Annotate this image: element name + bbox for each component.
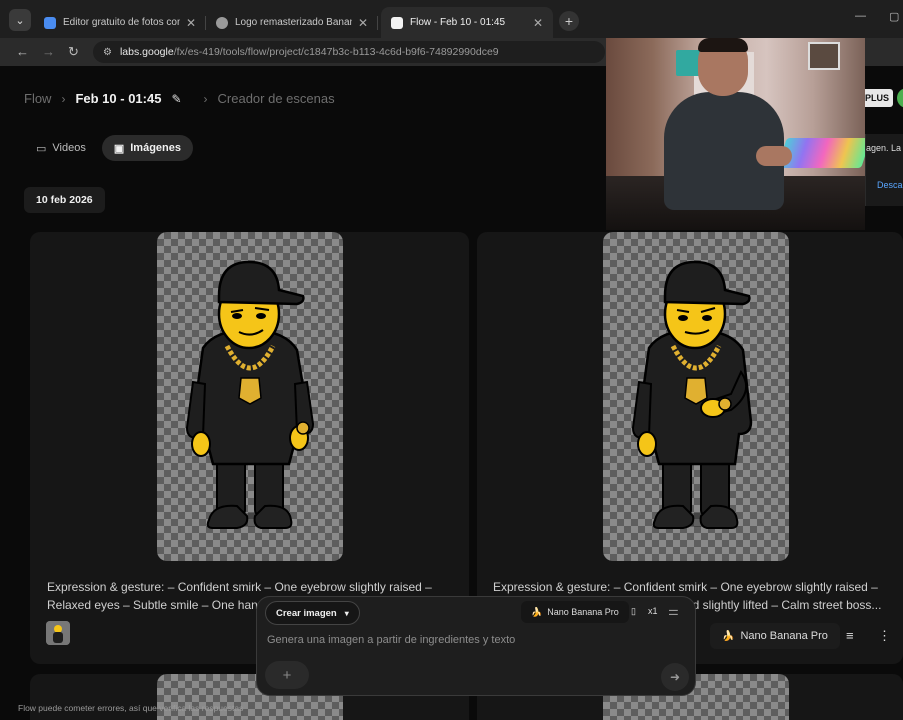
caption-line: Expression & gesture: – Confident smirk … xyxy=(47,580,432,594)
chevron-right-icon: › xyxy=(61,91,66,106)
filter-videos-label: Videos xyxy=(52,142,86,154)
breadcrumb-root[interactable]: Flow xyxy=(24,91,51,106)
add-ingredient-button[interactable]: + xyxy=(265,661,309,689)
media-filter: ▭ Videos ▣ Imágenes xyxy=(24,135,193,161)
flow-favicon-icon xyxy=(391,16,403,29)
tab-label: Editor gratuito de fotos con IA xyxy=(63,17,180,28)
webcam-person-hair xyxy=(698,38,748,52)
output-count[interactable]: x1 xyxy=(648,606,658,616)
generated-image[interactable] xyxy=(157,232,343,561)
site-info-icon[interactable]: ⚙ xyxy=(103,47,112,58)
image-icon: ▣ xyxy=(113,142,125,155)
chevron-down-icon: ▾ xyxy=(344,608,349,618)
editor-favicon-icon xyxy=(44,16,56,29)
forward-icon[interactable]: → xyxy=(42,44,55,59)
back-icon[interactable]: ← xyxy=(16,44,29,59)
composer-model-chip[interactable]: 🍌 Nano Banana Pro xyxy=(521,601,629,623)
generated-image[interactable] xyxy=(603,232,789,561)
filter-images-label: Imágenes xyxy=(130,142,181,154)
filter-images[interactable]: ▣ Imágenes xyxy=(101,135,193,161)
side-popover: agen. La Descar xyxy=(865,134,903,206)
close-icon[interactable]: ✕ xyxy=(358,16,368,30)
project-title: Feb 10 - 01:45 xyxy=(75,91,162,106)
adjust-icon[interactable]: ≡ xyxy=(846,628,854,643)
date-group-chip: 10 feb 2026 xyxy=(24,187,105,213)
screen: ⌄ Editor gratuito de fotos con IA ✕ Logo… xyxy=(0,0,903,720)
url-host: labs.google xyxy=(119,46,174,58)
aspect-ratio-icon[interactable]: ▯ xyxy=(631,606,636,617)
tab-label: Logo remasterizado Banana Pro xyxy=(235,17,352,28)
model-chip[interactable]: 🍌 Nano Banana Pro xyxy=(710,623,840,649)
disclaimer-text: Flow puede cometer errores, así que veri… xyxy=(18,703,244,713)
model-chip-label: Nano Banana Pro xyxy=(740,630,828,642)
banana-icon: 🍌 xyxy=(722,630,735,642)
logo-favicon-icon xyxy=(216,16,228,29)
tab-editor[interactable]: Editor gratuito de fotos con IA ✕ xyxy=(34,7,206,38)
prompt-input[interactable] xyxy=(267,634,687,646)
tab-logo[interactable]: Logo remasterizado Banana Pro ✕ xyxy=(206,7,378,38)
restore-icon[interactable]: ▢ xyxy=(889,10,899,23)
download-link[interactable]: Descar xyxy=(877,180,903,190)
url-field[interactable]: ⚙ labs.google/fx/es-419/tools/flow/proje… xyxy=(93,41,605,63)
composer-model-label: Nano Banana Pro xyxy=(547,607,619,617)
reference-thumbnail-icon xyxy=(46,621,70,645)
banana-icon: 🍌 xyxy=(531,606,543,617)
close-icon[interactable]: ✕ xyxy=(533,16,543,30)
chevron-right-icon: › xyxy=(203,91,208,106)
tab-strip: ⌄ Editor gratuito de fotos con IA ✕ Logo… xyxy=(0,0,903,38)
plan-badge: PLUS xyxy=(861,89,894,107)
tab-label: Flow - Feb 10 - 01:45 xyxy=(410,17,506,28)
mode-label: Crear imagen xyxy=(276,607,337,619)
tab-search-button[interactable]: ⌄ xyxy=(9,9,31,31)
webcam-person-hand xyxy=(756,146,792,166)
prompt-composer: Crear imagen ▾ 🍌 Nano Banana Pro ▯ x1 ⚌ … xyxy=(256,596,696,696)
mode-selector[interactable]: Crear imagen ▾ xyxy=(265,601,360,625)
character-illustration xyxy=(185,260,315,529)
popover-text: agen. La xyxy=(866,143,902,153)
settings-sliders-icon[interactable]: ⚌ xyxy=(668,604,679,618)
reload-icon[interactable]: ↻ xyxy=(68,44,79,60)
close-icon[interactable]: ✕ xyxy=(186,16,196,30)
send-button[interactable]: ➜ xyxy=(661,663,689,691)
url-path: /fx/es-419/tools/flow/project/c1847b3c-b… xyxy=(173,46,499,58)
caption-line: Expression & gesture: – Confident smirk … xyxy=(493,580,878,594)
breadcrumb-scene-builder[interactable]: Creador de escenas xyxy=(218,91,335,106)
tab-flow[interactable]: Flow - Feb 10 - 01:45 ✕ xyxy=(381,7,553,38)
character-illustration xyxy=(631,260,753,529)
more-options-icon[interactable]: ⋮ xyxy=(878,628,891,644)
new-tab-button[interactable]: + xyxy=(559,11,579,31)
webcam-frame xyxy=(808,42,840,70)
edit-pencil-icon[interactable]: ✎ xyxy=(171,92,181,106)
filter-videos[interactable]: ▭ Videos xyxy=(24,135,98,161)
webcam-overlay xyxy=(606,38,865,230)
breadcrumb: Flow › Feb 10 - 01:45 ✎ › Creador de esc… xyxy=(24,91,335,106)
minimize-icon[interactable]: — xyxy=(855,10,866,22)
reference-thumbnail[interactable] xyxy=(46,621,70,645)
video-icon: ▭ xyxy=(36,142,47,155)
